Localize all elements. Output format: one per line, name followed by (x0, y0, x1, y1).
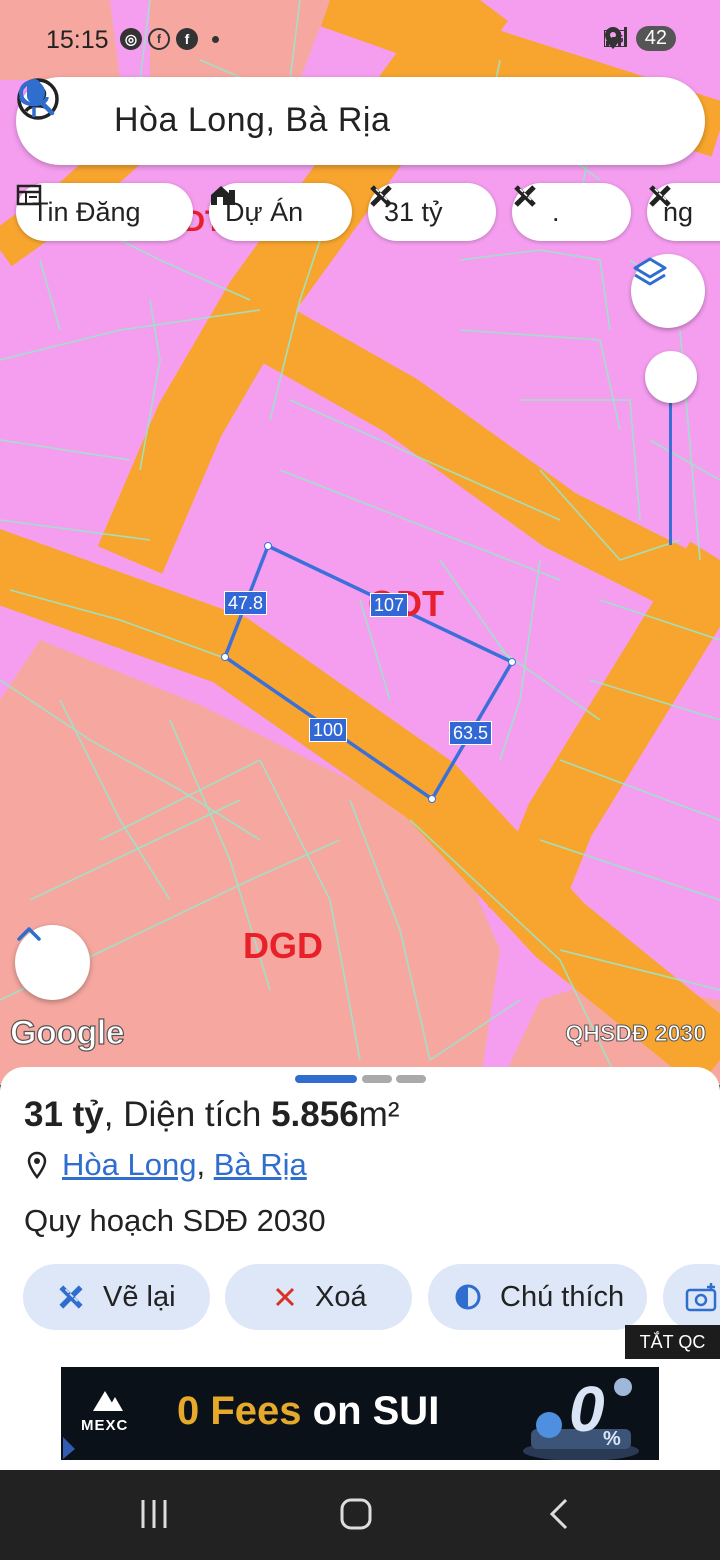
location-pin-icon (27, 1151, 47, 1179)
measure-icon (514, 185, 536, 207)
sheet-handle-dot[interactable] (362, 1075, 392, 1083)
ad-headline-highlight: 0 Fees (177, 1389, 302, 1433)
sheet-handle-dot[interactable] (396, 1075, 426, 1083)
facebook-outline-icon: f (148, 28, 170, 50)
search-input[interactable]: Hòa Long, Bà Rịa (114, 101, 390, 140)
measurement-top: 107 (370, 593, 409, 617)
facebook-icon: f (176, 28, 198, 50)
chip-area-label: . (552, 196, 560, 227)
recent-apps-icon[interactable] (141, 1500, 167, 1528)
status-bar: 15:15 ◎ f f 5G 42 (0, 0, 720, 80)
legend-label: Chú thích (500, 1280, 625, 1313)
chip-area[interactable]: . (512, 183, 631, 241)
measure-icon (649, 185, 671, 207)
search-bar[interactable]: Hòa Long, Bà Rịa (16, 77, 705, 165)
measurement-right: 63.5 (449, 721, 493, 745)
ad-banner[interactable]: MEXC 0 Fees on SUI 0 % (61, 1367, 659, 1460)
ad-brand-name: MEXC (81, 1417, 129, 1434)
listing-area-value: 5.856 (271, 1095, 359, 1134)
bottom-sheet: 31 tỷ, Diện tích 5.856m² Hòa Long, Bà Rị… (0, 1067, 720, 1470)
map-view[interactable]: ODT DGD ODT 47.8 107 100 63.5 15:15 ◎ f … (0, 0, 720, 1085)
zone-label-dgd: DGD (243, 925, 323, 966)
home-icon[interactable] (340, 1498, 372, 1530)
mic-icon[interactable] (16, 77, 52, 121)
sheet-handle-active[interactable] (295, 1075, 357, 1083)
close-icon (275, 1287, 295, 1307)
planning-subtitle: Quy hoạch SDĐ 2030 (24, 1203, 326, 1238)
chrome-icon: ◎ (120, 28, 142, 50)
ad-headline: 0 Fees on SUI (177, 1389, 439, 1434)
measure-icon (59, 1285, 83, 1309)
layers-icon (633, 257, 667, 286)
listing-price: 31 tỷ (24, 1095, 104, 1134)
layer-name-label: QHSDĐ 2030 (565, 1020, 707, 1047)
hide-ads-button[interactable]: TẮT QC (625, 1325, 720, 1359)
status-indicators: 5G 42 (604, 26, 676, 51)
back-icon[interactable] (549, 1498, 568, 1530)
google-logo: Google (9, 1013, 125, 1052)
chevron-up-icon (17, 927, 41, 941)
expand-up-button[interactable] (15, 925, 90, 1000)
screenshot-button[interactable] (663, 1264, 720, 1330)
delete-button[interactable]: Xoá (225, 1264, 412, 1330)
listing-title: 31 tỷ, Diện tích 5.856m² (24, 1095, 399, 1135)
listing-area-unit: m² (358, 1095, 400, 1134)
layers-button[interactable] (631, 254, 705, 328)
measure-icon (370, 185, 392, 207)
location-row: Hòa Long, Bà Rịa (26, 1147, 307, 1183)
ad-headline-rest: on SUI (301, 1389, 440, 1433)
redraw-button[interactable]: Vẽ lại (23, 1264, 210, 1330)
more-notifications-icon (212, 35, 219, 43)
location-separator: , (196, 1147, 206, 1182)
ad-coin-graphic: 0 % (523, 1373, 639, 1460)
signal-icon (606, 27, 628, 47)
redraw-label: Vẽ lại (103, 1280, 176, 1313)
camera-icon (685, 1283, 717, 1312)
measurement-left: 47.8 (224, 591, 268, 615)
chip-tin-dang[interactable]: Tin Đăng (16, 183, 193, 241)
notification-icons: ◎ f f (120, 28, 219, 50)
location-ward-link[interactable]: Hòa Long (62, 1147, 196, 1182)
delete-label: Xoá (315, 1280, 367, 1313)
newspaper-icon (16, 184, 42, 206)
nav-buttons (141, 1498, 568, 1530)
battery-indicator: 42 (635, 26, 676, 51)
opacity-slider-track[interactable] (669, 390, 672, 545)
chip-price[interactable]: 31 tỷ (368, 183, 496, 241)
ad-brand-logo (63, 1391, 123, 1459)
status-time: 15:15 (46, 26, 109, 54)
chip-more[interactable]: ng (647, 183, 720, 241)
listing-area-prefix: , Diện tích (103, 1095, 272, 1134)
house-icon (211, 186, 235, 205)
chip-du-an[interactable]: Dự Án (209, 183, 352, 241)
system-navigation-bar (0, 1470, 720, 1560)
chip-tin-dang-label: Tin Đăng (32, 196, 141, 227)
measurement-bottom: 100 (309, 718, 348, 742)
contrast-icon (455, 1284, 481, 1310)
svg-text:%: % (603, 1428, 621, 1450)
opacity-slider-thumb[interactable] (645, 351, 697, 403)
legend-button[interactable]: Chú thích (428, 1264, 647, 1330)
svg-text:0: 0 (569, 1373, 605, 1445)
location-city-link[interactable]: Bà Rịa (214, 1147, 307, 1182)
